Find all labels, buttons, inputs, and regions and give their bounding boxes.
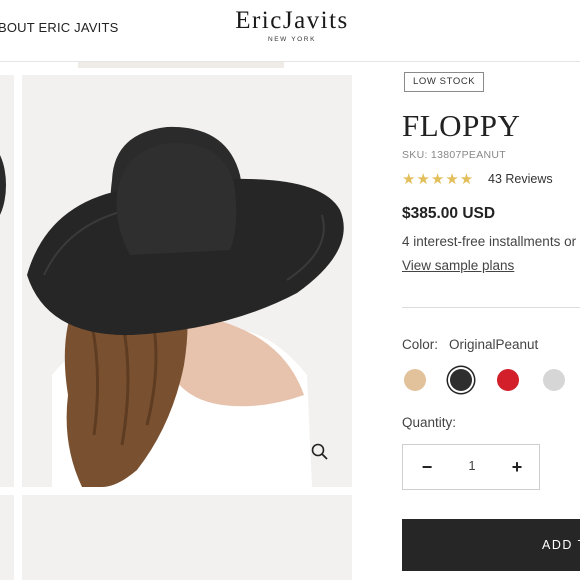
- quantity-increase-button[interactable]: +: [507, 455, 527, 479]
- product-title: FLOPPY: [402, 108, 521, 143]
- color-label: Color:: [402, 337, 439, 352]
- swatch-black[interactable]: [450, 369, 472, 391]
- add-to-cart-button[interactable]: ADD T: [402, 519, 580, 571]
- view-sample-plans-link[interactable]: View sample plans: [402, 258, 514, 273]
- color-value: OriginalPeanut: [449, 337, 539, 352]
- brand-logo[interactable]: EricJavits NEW YORK: [222, 4, 362, 43]
- quantity-label: Quantity:: [402, 415, 457, 430]
- gallery-image-left[interactable]: [0, 75, 14, 487]
- site-header: BOUT ERIC JAVITS EricJavits NEW YORK: [0, 0, 580, 62]
- hat-model-illustration: [27, 126, 344, 487]
- previous-image-edge: [78, 62, 284, 68]
- nav-link-about[interactable]: BOUT ERIC JAVITS: [0, 20, 118, 35]
- quantity-value[interactable]: 1: [458, 458, 486, 473]
- rating-stars[interactable]: ★★★★★: [402, 170, 474, 188]
- product-price: $385.00 USD: [402, 205, 496, 222]
- logo-wordmark: EricJavits: [235, 7, 349, 34]
- product-main-image[interactable]: [22, 75, 352, 487]
- reviews-link[interactable]: 43 Reviews: [488, 172, 553, 186]
- gallery-image-below[interactable]: [22, 495, 352, 580]
- gallery-image-left-bottom[interactable]: [0, 495, 14, 580]
- hat-partial: [0, 145, 6, 225]
- low-stock-badge: LOW STOCK: [404, 72, 485, 92]
- add-to-cart-label: ADD T: [542, 538, 580, 552]
- zoom-button[interactable]: [309, 441, 331, 463]
- installments-text: 4 interest-free installments or: [402, 234, 577, 249]
- swatch-peanut[interactable]: [404, 369, 426, 391]
- divider: [402, 307, 580, 308]
- swatch-grey[interactable]: [543, 369, 565, 391]
- search-icon: [311, 443, 328, 460]
- swatch-red[interactable]: [497, 369, 519, 391]
- product-sku: SKU: 13807PEANUT: [402, 149, 507, 161]
- quantity-stepper: − 1 +: [402, 444, 540, 490]
- quantity-decrease-button[interactable]: −: [417, 455, 437, 479]
